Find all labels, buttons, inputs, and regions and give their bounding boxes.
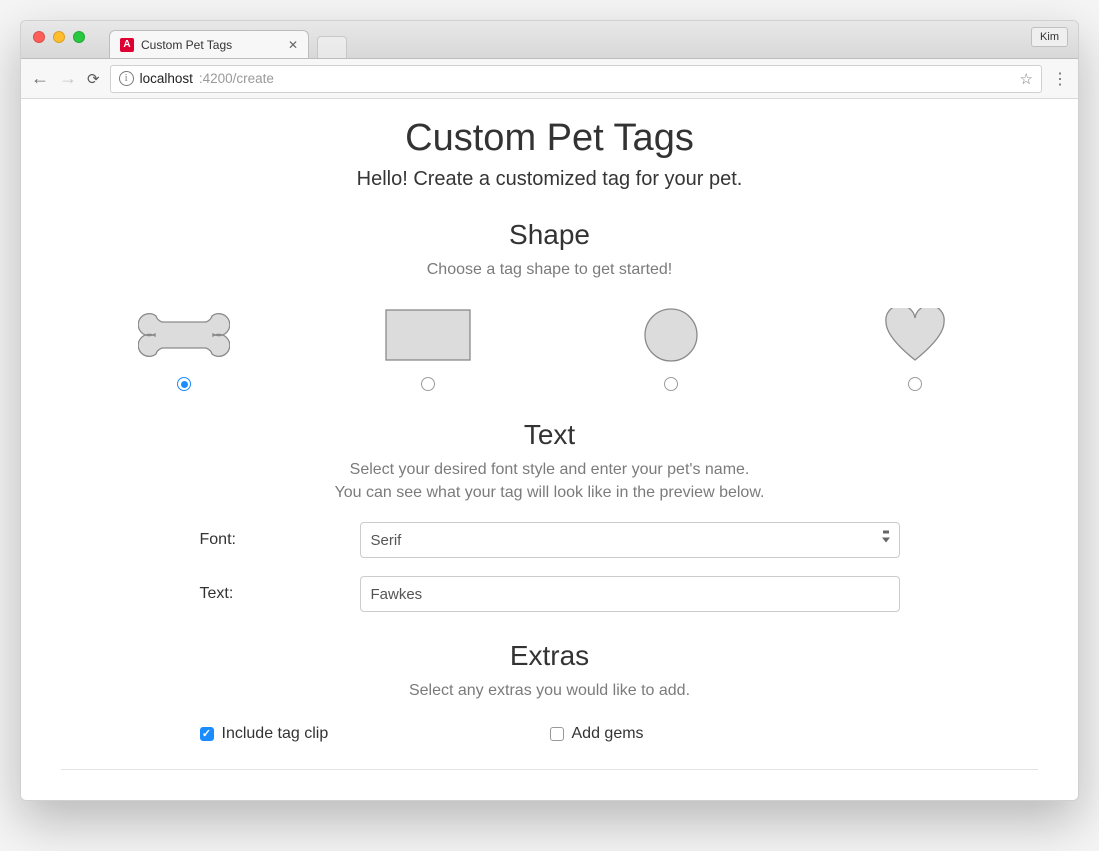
page-subtitle: Hello! Create a customized tag for your … bbox=[61, 168, 1038, 191]
extras-options: Include tag clip Add gems bbox=[200, 725, 900, 743]
window-controls bbox=[33, 31, 85, 43]
shape-options bbox=[69, 305, 1030, 391]
pet-name-input[interactable] bbox=[360, 576, 900, 612]
font-label: Font: bbox=[200, 531, 360, 549]
clip-checkbox[interactable] bbox=[200, 727, 214, 741]
clip-label: Include tag clip bbox=[222, 725, 329, 743]
text-heading: Text bbox=[61, 419, 1038, 451]
profile-badge[interactable]: Kim bbox=[1031, 27, 1068, 47]
window-minimize-button[interactable] bbox=[53, 31, 65, 43]
shape-radio-rectangle[interactable] bbox=[421, 377, 435, 391]
shape-option-heart bbox=[799, 305, 1030, 391]
shape-option-rectangle bbox=[312, 305, 543, 391]
new-tab-button[interactable] bbox=[317, 36, 347, 58]
extra-clip-option[interactable]: Include tag clip bbox=[200, 725, 550, 743]
browser-window: A Custom Pet Tags ✕ Kim ← → ⟳ i localhos… bbox=[20, 20, 1079, 801]
browser-tab[interactable]: A Custom Pet Tags ✕ bbox=[109, 30, 309, 58]
gems-checkbox[interactable] bbox=[550, 727, 564, 741]
text-label: Text: bbox=[200, 585, 360, 603]
shape-radio-circle[interactable] bbox=[664, 377, 678, 391]
url-path: :4200/create bbox=[199, 71, 274, 86]
tab-close-icon[interactable]: ✕ bbox=[288, 38, 298, 52]
divider bbox=[61, 769, 1038, 770]
font-row: Font: Serif bbox=[200, 522, 900, 558]
window-close-button[interactable] bbox=[33, 31, 45, 43]
rectangle-shape-icon bbox=[385, 305, 471, 365]
reload-button[interactable]: ⟳ bbox=[87, 70, 100, 88]
url-host: localhost bbox=[140, 71, 193, 86]
shape-option-bone bbox=[69, 305, 300, 391]
bookmark-star-icon[interactable]: ☆ bbox=[1020, 70, 1033, 88]
heart-shape-icon bbox=[885, 305, 945, 365]
extra-gems-option[interactable]: Add gems bbox=[550, 725, 900, 743]
page-title: Custom Pet Tags bbox=[61, 117, 1038, 160]
forward-button[interactable]: → bbox=[59, 68, 77, 89]
extras-desc: Select any extras you would like to add. bbox=[61, 680, 1038, 702]
address-bar[interactable]: i localhost :4200/create ☆ bbox=[110, 65, 1042, 93]
site-info-icon[interactable]: i bbox=[119, 71, 134, 86]
shape-radio-bone[interactable] bbox=[177, 377, 191, 391]
page-content: Custom Pet Tags Hello! Create a customiz… bbox=[21, 99, 1078, 800]
bone-shape-icon bbox=[138, 305, 230, 365]
back-button[interactable]: ← bbox=[31, 68, 49, 89]
shape-desc: Choose a tag shape to get started! bbox=[61, 259, 1038, 281]
tab-title: Custom Pet Tags bbox=[141, 38, 232, 52]
shape-radio-heart[interactable] bbox=[908, 377, 922, 391]
window-zoom-button[interactable] bbox=[73, 31, 85, 43]
shape-option-circle bbox=[556, 305, 787, 391]
circle-shape-icon bbox=[643, 305, 699, 365]
chrome-menu-icon[interactable]: ⋮ bbox=[1052, 69, 1068, 89]
angular-favicon-icon: A bbox=[120, 38, 134, 52]
text-row: Text: bbox=[200, 576, 900, 612]
font-select[interactable]: Serif bbox=[360, 522, 900, 558]
extras-heading: Extras bbox=[61, 640, 1038, 672]
shape-heading: Shape bbox=[61, 219, 1038, 251]
gems-label: Add gems bbox=[572, 725, 644, 743]
text-desc: Select your desired font style and enter… bbox=[61, 459, 1038, 504]
chrome-titlebar: A Custom Pet Tags ✕ Kim bbox=[21, 21, 1078, 59]
chrome-toolbar: ← → ⟳ i localhost :4200/create ☆ ⋮ bbox=[21, 59, 1078, 99]
